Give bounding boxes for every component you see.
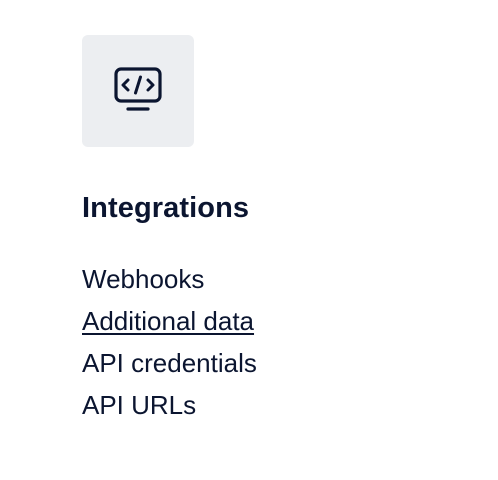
section-title: Integrations [82,192,250,224]
list-item: Additional data [82,303,257,345]
list-item: Webhooks [82,261,257,303]
list-item: API URLs [82,387,257,429]
integrations-card: Integrations Webhooks Additional data AP… [0,0,498,480]
additional-data-link[interactable]: Additional data [82,306,254,336]
integrations-link-list: Webhooks Additional data API credentials… [82,261,257,429]
api-urls-link[interactable]: API URLs [82,390,196,420]
code-monitor-icon-tile [82,35,194,147]
code-monitor-icon [114,67,162,111]
webhooks-link[interactable]: Webhooks [82,264,204,294]
list-item: API credentials [82,345,257,387]
api-credentials-link[interactable]: API credentials [82,348,257,378]
